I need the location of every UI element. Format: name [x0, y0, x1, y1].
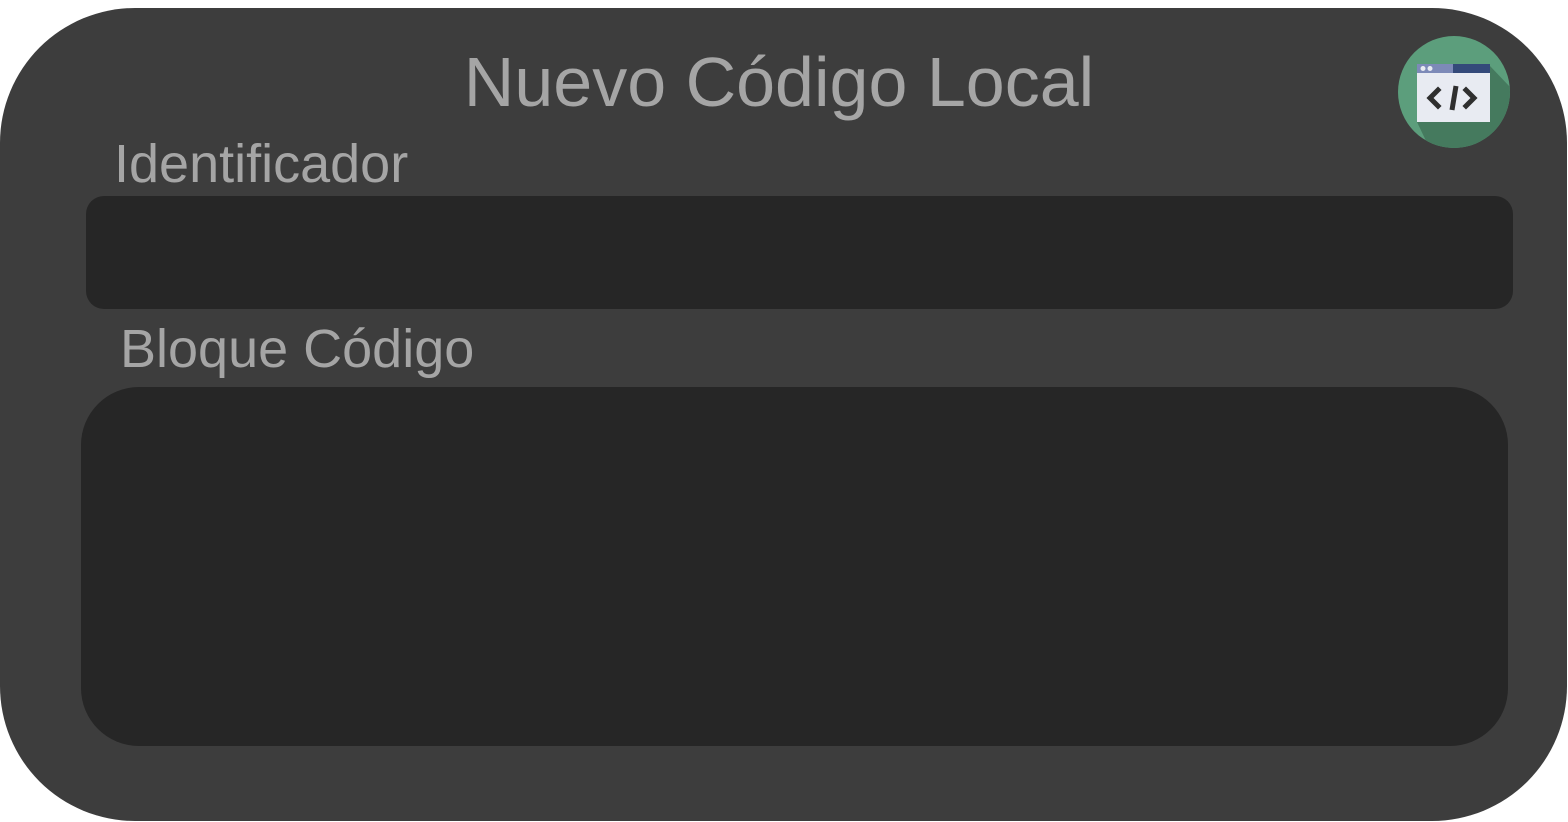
identifier-input[interactable] — [86, 196, 1513, 309]
code-window-icon — [1398, 36, 1510, 148]
dialog-title: Nuevo Código Local — [463, 43, 1095, 121]
code-block-label: Bloque Código — [120, 319, 475, 379]
code-block-textarea[interactable] — [81, 387, 1508, 746]
identifier-label: Identificador — [114, 134, 409, 194]
dialog-panel: Nuevo Código Local Identificador Bloque … — [0, 8, 1567, 821]
